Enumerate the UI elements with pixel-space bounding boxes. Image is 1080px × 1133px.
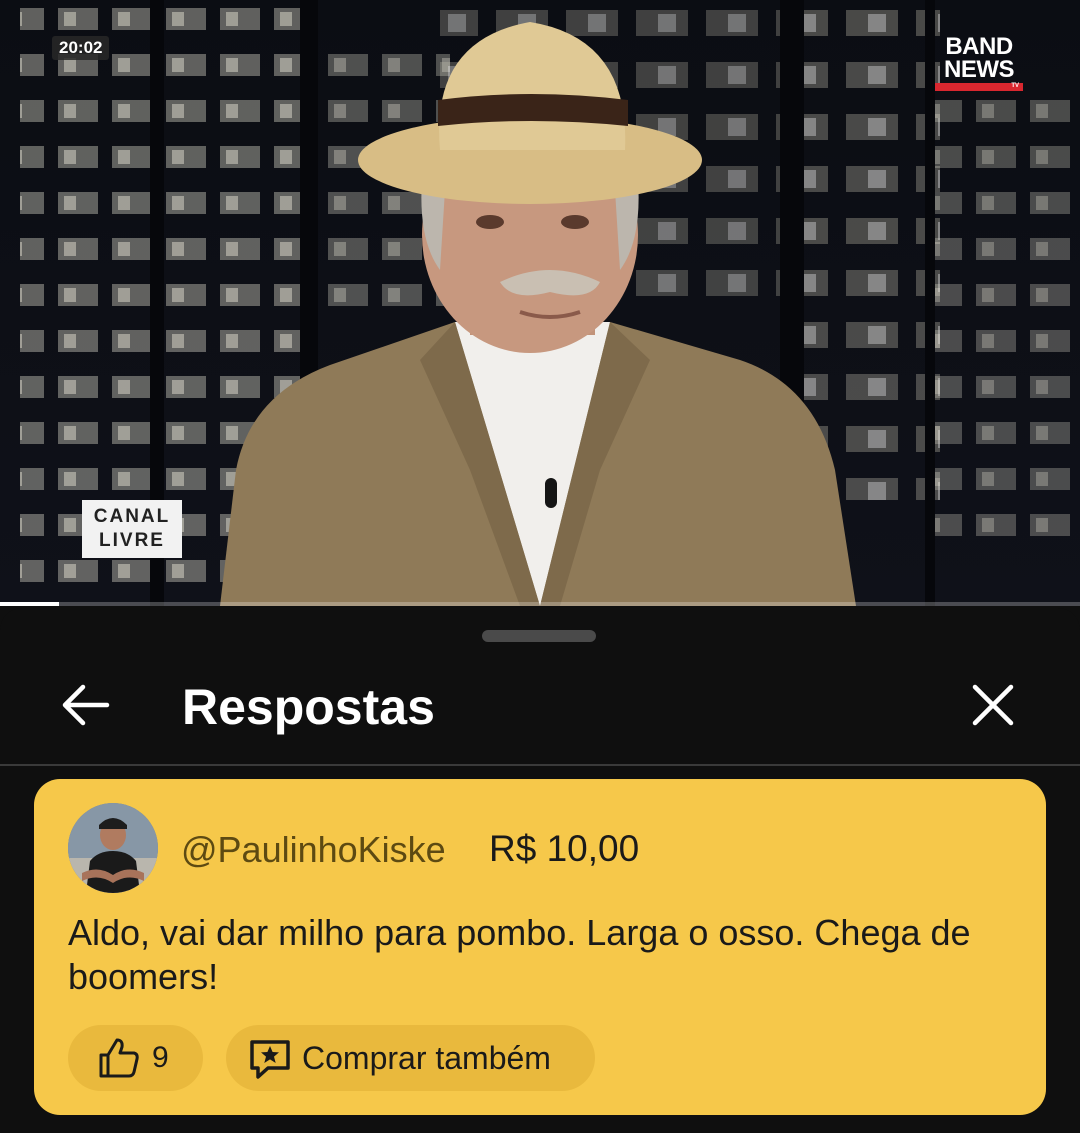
buy-super-chat-button[interactable]: Comprar também: [226, 1025, 595, 1091]
sheet-title: Respostas: [182, 679, 435, 735]
avatar[interactable]: [68, 803, 158, 893]
like-count: 9: [152, 1041, 169, 1074]
buy-super-chat-label: Comprar também: [302, 1039, 551, 1076]
video-progress-fill: [0, 602, 60, 606]
super-chat-amount: R$ 10,00: [489, 828, 640, 869]
program-logo: CANAL LIVRE: [82, 500, 182, 558]
video-player[interactable]: 20:02 BAND NEWS TV CANAL LIVRE: [0, 0, 1080, 606]
sheet-divider: [0, 764, 1080, 766]
close-button[interactable]: [962, 674, 1024, 736]
channel-logo-tv: TV: [1011, 82, 1019, 89]
like-button[interactable]: 9: [68, 1025, 203, 1091]
replies-sheet: Respostas @PaulinhoKiske R$ 10,00 Aldo, …: [0, 608, 1080, 1133]
program-logo-line1: CANAL: [93, 506, 171, 527]
avatar-image: [68, 803, 158, 893]
channel-logo: BAND NEWS TV: [935, 35, 1023, 91]
comment-author[interactable]: @PaulinhoKiske: [181, 829, 446, 871]
video-progress-bar[interactable]: [0, 602, 1080, 606]
back-button[interactable]: [54, 674, 116, 736]
super-chat-star-icon: [250, 1040, 290, 1079]
comment-text: Aldo, vai dar milho para pombo. Larga o …: [68, 912, 971, 997]
super-chat-card: @PaulinhoKiske R$ 10,00 Aldo, vai dar mi…: [34, 779, 1046, 1115]
video-timestamp: 20:02: [52, 36, 110, 60]
thumbs-up-icon: [99, 1038, 139, 1078]
channel-logo-bar: TV: [935, 82, 1023, 91]
arrow-left-icon: [62, 684, 110, 726]
sheet-drag-handle[interactable]: [482, 630, 596, 642]
program-logo-line2: LIVRE: [99, 530, 165, 551]
channel-logo-line2: NEWS: [944, 55, 1015, 83]
close-icon: [972, 684, 1014, 726]
